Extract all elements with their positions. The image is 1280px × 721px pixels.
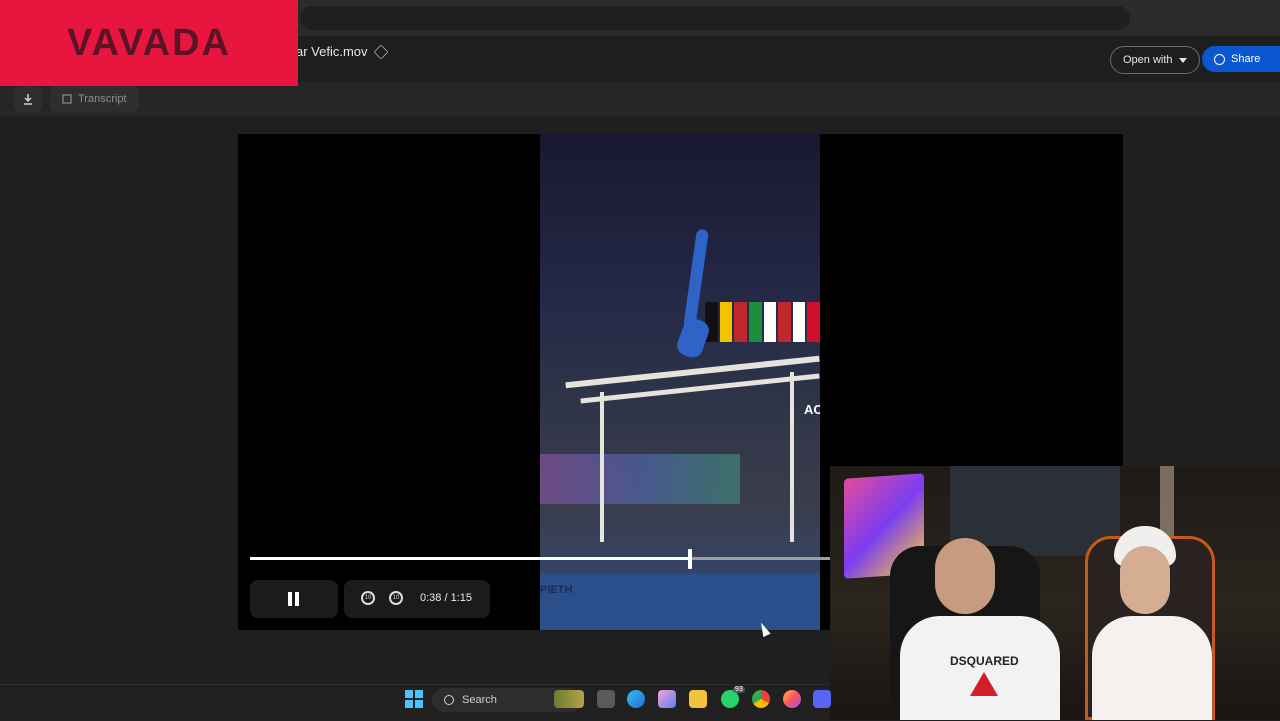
globe-icon — [1214, 53, 1225, 65]
search-icon — [444, 695, 454, 705]
flag-banner — [705, 302, 820, 342]
streamer-torso — [900, 616, 1060, 720]
parallel-bar-rail — [565, 355, 820, 389]
time-display: 0:38 / 1:15 — [420, 592, 472, 604]
duration: / 1:15 — [444, 592, 473, 604]
brand-overlay: VAVADA — [0, 0, 298, 86]
seek-bar-handle[interactable] — [688, 549, 692, 569]
windows-start-icon[interactable] — [405, 690, 423, 708]
task-view-icon[interactable] — [597, 690, 615, 708]
guest-head — [1120, 546, 1170, 614]
bar-post — [600, 392, 604, 542]
guest-torso — [1092, 616, 1212, 720]
crowd-stands — [540, 454, 740, 504]
edge-icon[interactable] — [627, 690, 645, 708]
download-button[interactable] — [14, 86, 42, 112]
share-label: Share — [1231, 53, 1261, 65]
maple-leaf-icon — [970, 672, 998, 696]
open-with-label: Open with — [1123, 54, 1173, 66]
transcript-label: Transcript — [78, 93, 127, 105]
tee-print: DSQUARED — [950, 654, 1019, 668]
file-title: ar Vefic.mov — [296, 44, 388, 59]
copilot-icon[interactable] — [658, 690, 676, 708]
share-button[interactable]: Share — [1202, 46, 1280, 72]
widget-icon[interactable] — [554, 690, 584, 708]
whatsapp-badge: 93 — [733, 686, 745, 693]
chevron-down-icon — [1178, 57, 1187, 63]
firefox-icon[interactable] — [783, 690, 801, 708]
file-name: ar Vefic.mov — [296, 44, 368, 59]
transcript-icon — [62, 94, 72, 104]
webcam-overlay: DSQUARED — [830, 466, 1280, 720]
file-explorer-icon[interactable] — [689, 690, 707, 708]
rewind-10-icon[interactable]: 10 — [361, 591, 375, 605]
open-with-button[interactable]: Open with — [1110, 46, 1200, 74]
bar-post — [790, 372, 794, 542]
seek-bar-progress — [250, 557, 690, 560]
current-time: 0:38 — [420, 592, 442, 604]
podium-floor — [540, 574, 820, 630]
transcript-button[interactable]: Transcript — [50, 86, 139, 112]
taskbar-search-label: Search — [462, 694, 497, 706]
address-bar[interactable] — [300, 6, 1130, 30]
discord-icon[interactable] — [813, 690, 831, 708]
brand-logo-text: VAVADA — [67, 21, 231, 64]
download-icon — [24, 94, 32, 105]
video-edge-text: AC — [804, 402, 820, 417]
forward-10-icon[interactable]: 10 — [389, 591, 403, 605]
chrome-icon[interactable] — [752, 690, 770, 708]
viewer-toolbar — [0, 82, 1280, 116]
pause-button[interactable] — [288, 592, 300, 606]
video-banner-text: PIETH — [540, 584, 573, 596]
streamer-head — [935, 538, 995, 614]
video-frame: AC PIETH — [540, 134, 820, 630]
shared-drive-icon — [373, 44, 388, 59]
